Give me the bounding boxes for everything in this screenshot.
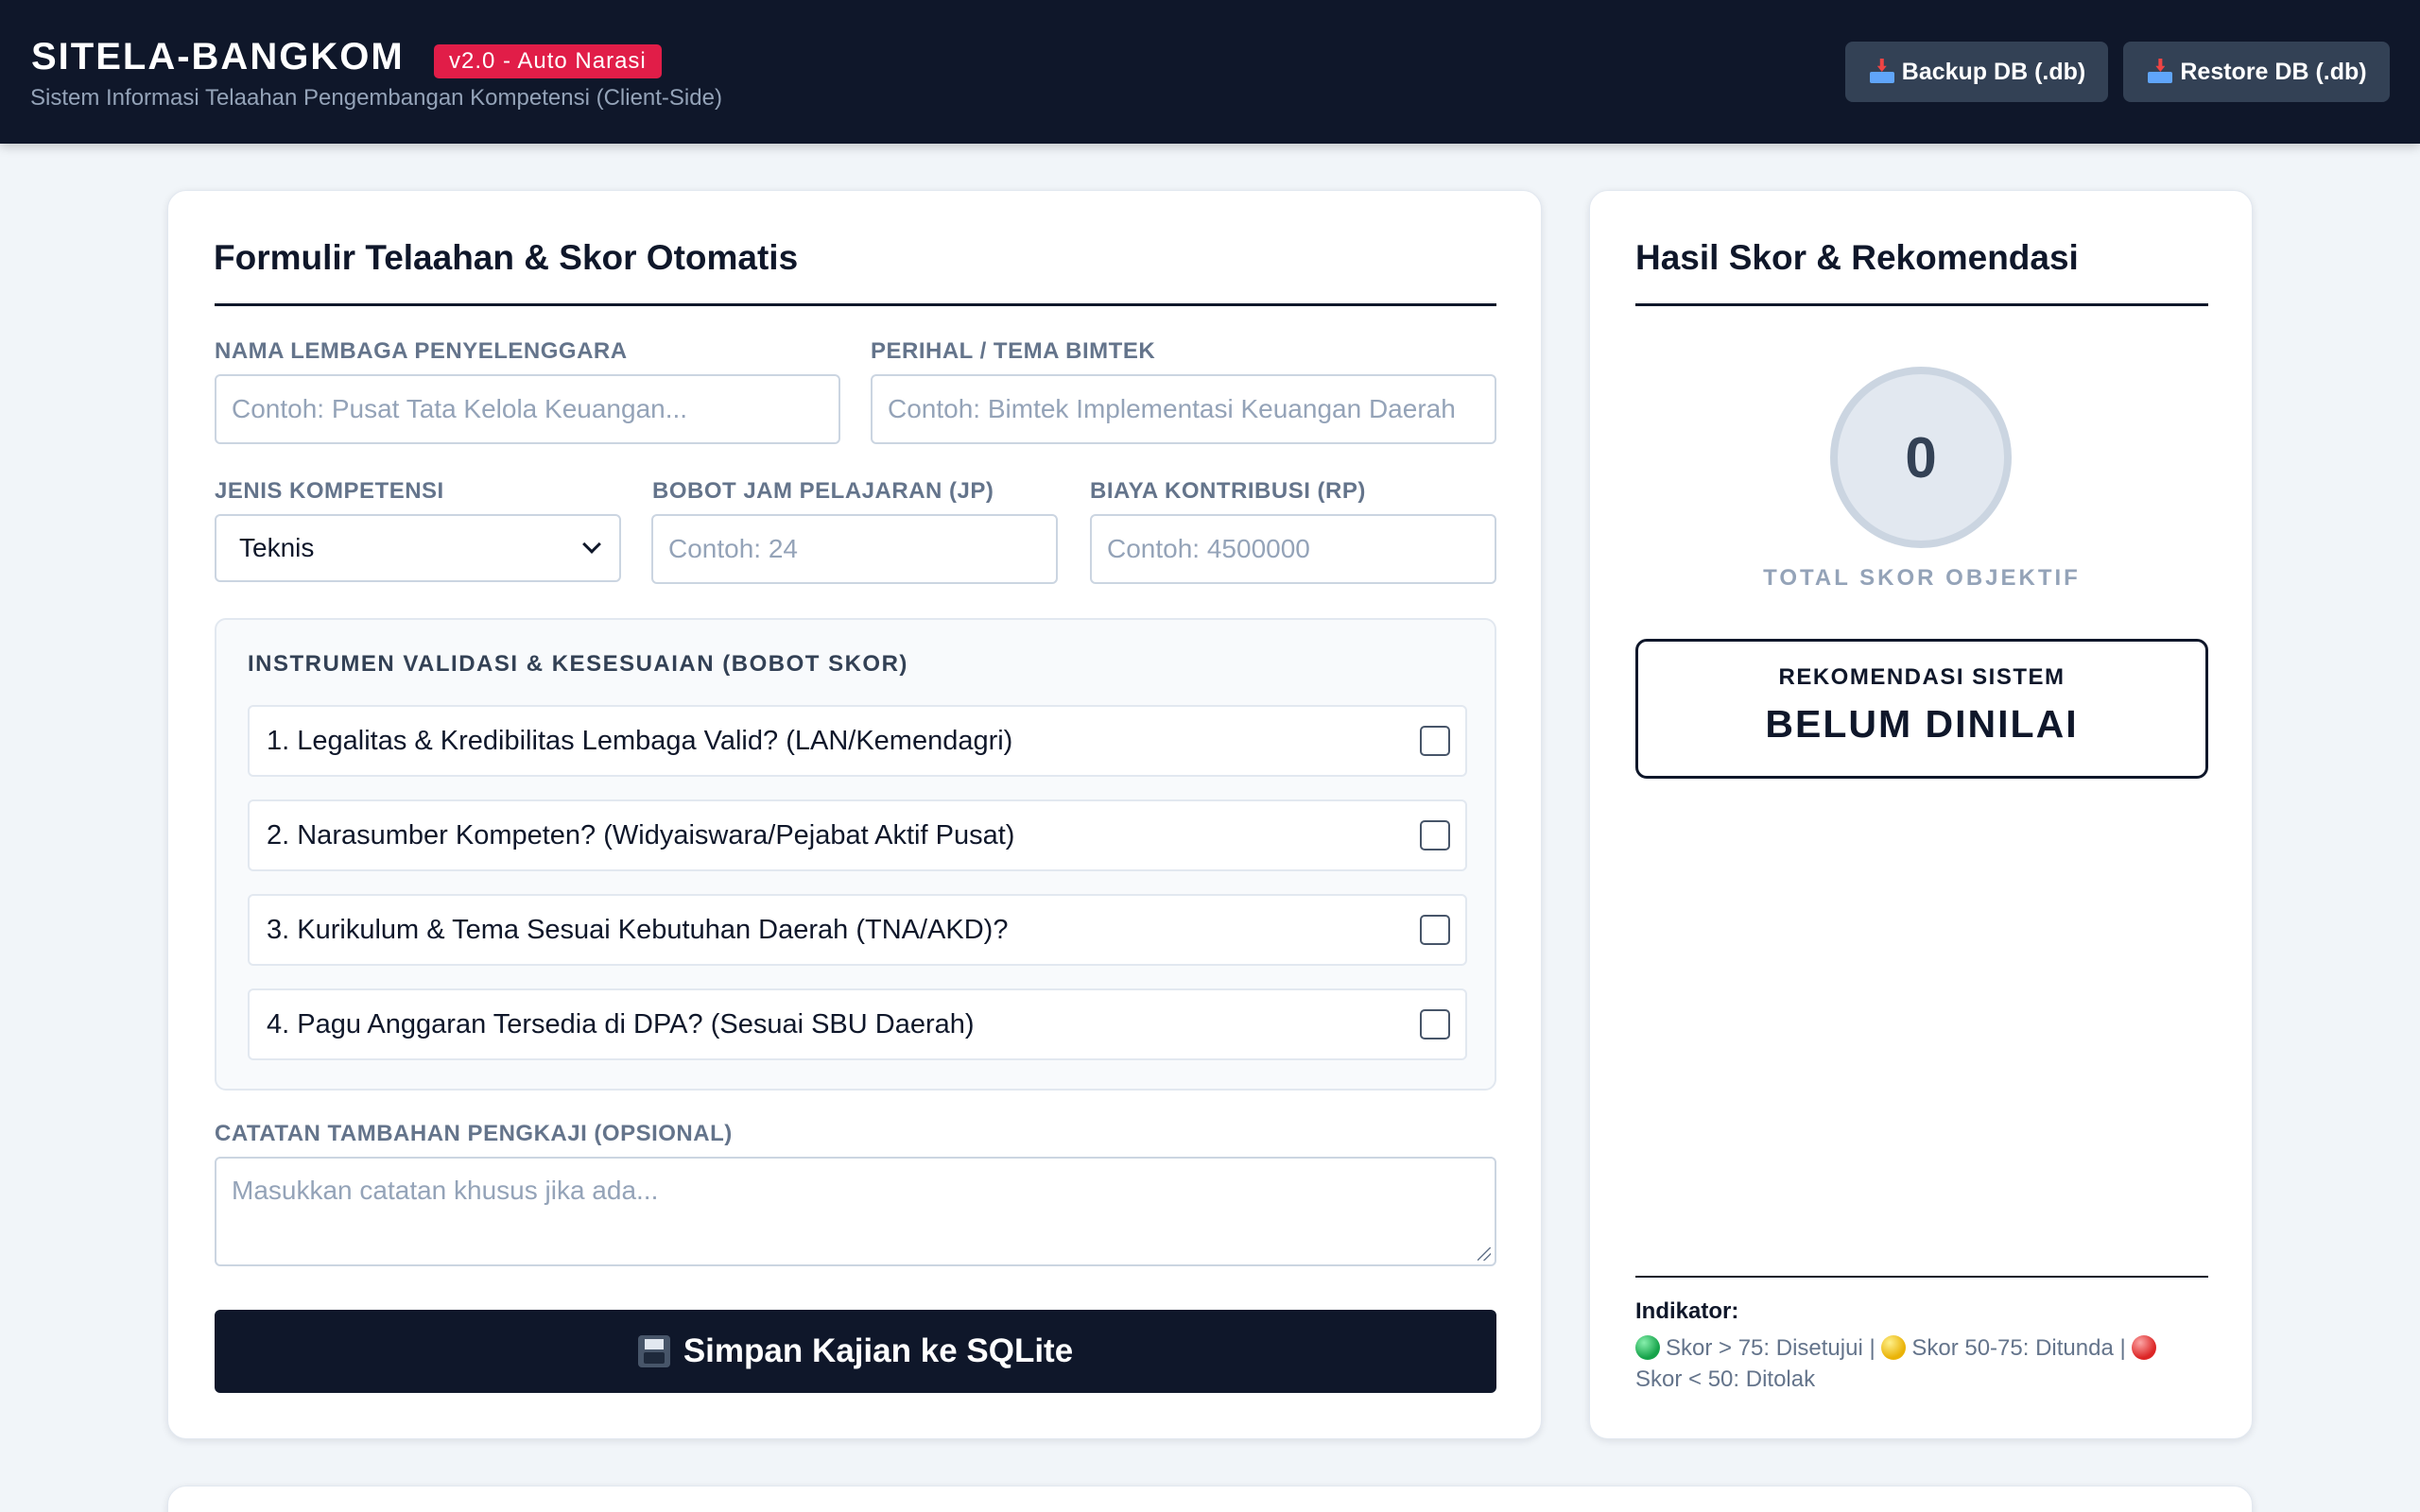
- backup-db-button[interactable]: Backup DB (.db): [1845, 42, 2108, 102]
- perihal-label: PERIHAL / TEMA BIMTEK: [871, 338, 1156, 364]
- app-header: SITELA-BANGKOM v2.0 - Auto Narasi Sistem…: [0, 0, 2420, 144]
- catatan-placeholder: Masukkan catatan khusus jika ada...: [232, 1176, 659, 1205]
- floppy-disk-icon: [637, 1335, 670, 1367]
- instrumen-item[interactable]: 3. Kurikulum & Tema Sesuai Kebutuhan Dae…: [248, 894, 1467, 966]
- instrumen-checkbox[interactable]: [1420, 726, 1450, 756]
- indicator-title: Indikator:: [1635, 1298, 1739, 1324]
- score-value: 0: [1905, 425, 1937, 490]
- jp-label: BOBOT JAM PELAJARAN (JP): [652, 478, 994, 504]
- instrumen-title: INSTRUMEN VALIDASI & KESESUAIAN (BOBOT S…: [248, 651, 908, 677]
- indicator-rejected: Skor < 50: Ditolak: [1635, 1366, 1816, 1392]
- biaya-label: BIAYA KONTRIBUSI (RP): [1090, 478, 1366, 504]
- instrumen-item-label: 2. Narasumber Kompeten? (Widyaiswara/Pej…: [267, 820, 1015, 850]
- score-circle: 0: [1830, 367, 2012, 548]
- score-label: TOTAL SKOR OBJEKTIF: [1763, 565, 2081, 591]
- lembaga-input[interactable]: Contoh: Pusat Tata Kelola Keuangan...: [215, 374, 840, 444]
- result-title: Hasil Skor & Rekomendasi: [1635, 238, 2079, 277]
- yellow-circle-icon: [1881, 1335, 1907, 1360]
- inbox-tray-icon: [2146, 59, 2174, 85]
- app-subtitle: Sistem Informasi Telaahan Pengembangan K…: [30, 85, 722, 111]
- restore-db-label: Restore DB (.db): [2180, 58, 2367, 85]
- result-title-divider: [1635, 303, 2208, 306]
- instrumen-item[interactable]: 4. Pagu Anggaran Tersedia di DPA? (Sesua…: [248, 988, 1467, 1060]
- lembaga-placeholder: Contoh: Pusat Tata Kelola Keuangan...: [232, 394, 688, 423]
- backup-db-label: Backup DB (.db): [1901, 58, 2086, 85]
- app-title: SITELA-BANGKOM: [31, 36, 405, 77]
- indicator-approved: Skor > 75: Disetujui |: [1666, 1335, 1876, 1361]
- instrumen-checkbox[interactable]: [1420, 1009, 1450, 1040]
- biaya-placeholder: Contoh: 4500000: [1107, 534, 1310, 563]
- instrumen-item-label: 1. Legalitas & Kredibilitas Lembaga Vali…: [267, 726, 1013, 756]
- restore-db-button[interactable]: Restore DB (.db): [2123, 42, 2390, 102]
- biaya-input[interactable]: Contoh: 4500000: [1090, 514, 1496, 584]
- instrumen-panel: INSTRUMEN VALIDASI & KESESUAIAN (BOBOT S…: [215, 618, 1496, 1091]
- indicator-deferred: Skor 50-75: Ditunda |: [1911, 1335, 2126, 1361]
- recommendation-value: BELUM DINILAI: [1765, 702, 2079, 746]
- instrumen-item-label: 3. Kurikulum & Tema Sesuai Kebutuhan Dae…: [267, 915, 1009, 945]
- history-card: [167, 1486, 2253, 1512]
- perihal-input[interactable]: Contoh: Bimtek Implementasi Keuangan Dae…: [871, 374, 1496, 444]
- recommendation-label: REKOMENDASI SISTEM: [1778, 664, 2066, 690]
- catatan-textarea[interactable]: Masukkan catatan khusus jika ada...: [215, 1157, 1496, 1266]
- save-review-button[interactable]: Simpan Kajian ke SQLite: [215, 1310, 1496, 1393]
- jp-placeholder: Contoh: 24: [668, 534, 798, 563]
- form-card: Formulir Telaahan & Skor Otomatis NAMA L…: [167, 190, 1542, 1439]
- result-card: Hasil Skor & Rekomendasi 0 TOTAL SKOR OB…: [1589, 190, 2253, 1439]
- resize-handle[interactable]: [1478, 1247, 1491, 1261]
- lembaga-label: NAMA LEMBAGA PENYELENGGARA: [215, 338, 628, 364]
- version-badge: v2.0 - Auto Narasi: [434, 44, 662, 78]
- instrumen-item[interactable]: 1. Legalitas & Kredibilitas Lembaga Vali…: [248, 705, 1467, 777]
- red-circle-icon: [2132, 1335, 2157, 1360]
- instrumen-item[interactable]: 2. Narasumber Kompeten? (Widyaiswara/Pej…: [248, 799, 1467, 871]
- indicator-legend: Skor > 75: Disetujui | Skor 50-75: Ditun…: [1635, 1332, 2208, 1395]
- form-title-divider: [215, 303, 1496, 306]
- save-review-label: Simpan Kajian ke SQLite: [683, 1332, 1074, 1369]
- form-title: Formulir Telaahan & Skor Otomatis: [214, 238, 799, 277]
- jenis-select[interactable]: Teknis: [215, 514, 621, 582]
- instrumen-item-label: 4. Pagu Anggaran Tersedia di DPA? (Sesua…: [267, 1009, 975, 1040]
- green-circle-icon: [1635, 1335, 1660, 1360]
- inbox-tray-icon: [1868, 59, 1896, 85]
- perihal-placeholder: Contoh: Bimtek Implementasi Keuangan Dae…: [888, 394, 1456, 423]
- indicator-divider: [1635, 1276, 2208, 1278]
- chevron-down-icon: [582, 535, 601, 554]
- jp-input[interactable]: Contoh: 24: [651, 514, 1058, 584]
- instrumen-checkbox[interactable]: [1420, 820, 1450, 850]
- jenis-label: JENIS KOMPETENSI: [215, 478, 444, 504]
- jenis-value: Teknis: [239, 533, 315, 562]
- instrumen-checkbox[interactable]: [1420, 915, 1450, 945]
- recommendation-box: REKOMENDASI SISTEM BELUM DINILAI: [1635, 639, 2208, 779]
- catatan-label: CATATAN TAMBAHAN PENGKAJI (OPSIONAL): [215, 1121, 733, 1146]
